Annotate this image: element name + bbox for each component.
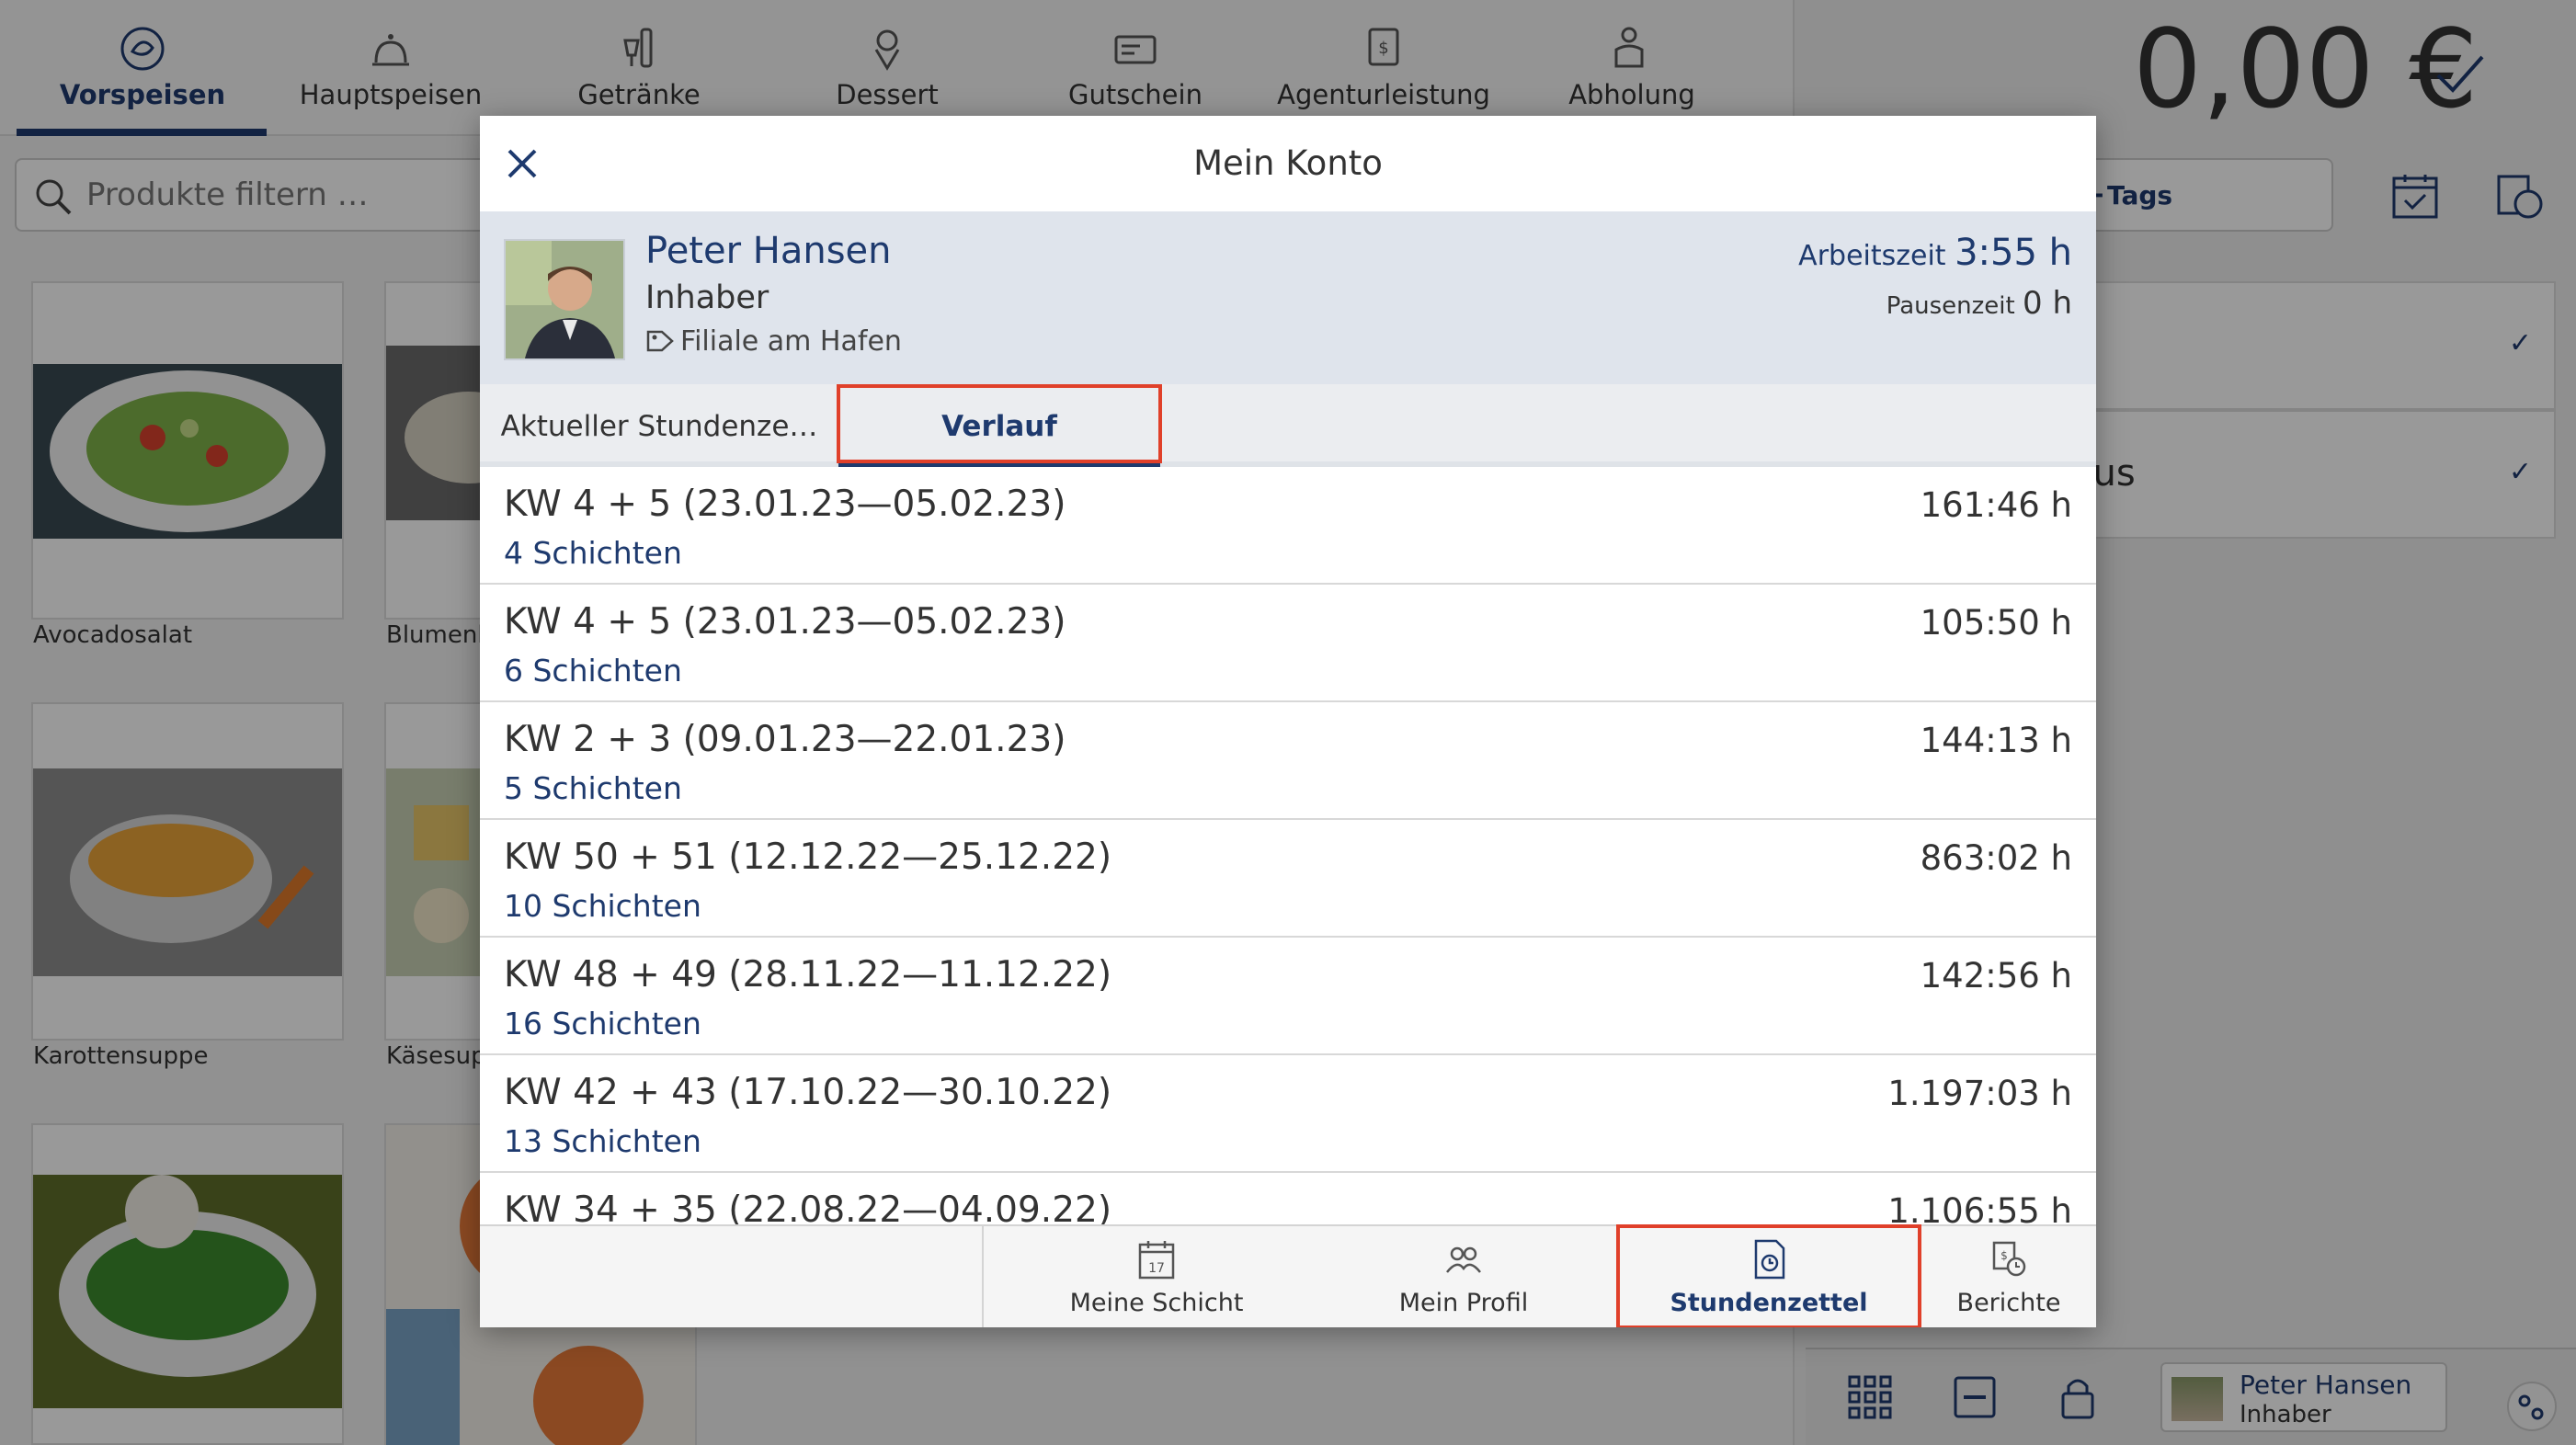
period-title: KW 4 + 5 (23.01.23—05.02.23) (504, 484, 1066, 525)
profile-branch: Filiale am Hafen (645, 325, 902, 358)
shift-count: 5 Schichten (504, 770, 682, 806)
reports-icon: $ (1992, 1241, 2026, 1277)
period-hours: 144:13 h (1920, 721, 2072, 760)
period-hours: 142:56 h (1920, 956, 2072, 996)
timesheet-tabs: Aktueller Stundenze… Verlauf (480, 384, 2096, 467)
shift-count: 6 Schichten (504, 653, 682, 688)
period-hours: 105:50 h (1920, 603, 2072, 643)
footer-label: Berichte (1956, 1289, 2061, 1317)
list-item[interactable]: KW 50 + 51 (12.12.22—25.12.22) 10 Schich… (480, 820, 2096, 938)
profile-summary: Peter Hansen Inhaber Filiale am Hafen Ar… (480, 211, 2096, 384)
pause-time-value: 0 h (2023, 285, 2072, 322)
tab-current-timesheet[interactable]: Aktueller Stundenze… (480, 384, 838, 467)
modal-header: Mein Konto (480, 116, 2096, 211)
footer-mein-profil[interactable]: Mein Profil (1311, 1226, 1616, 1327)
period-title: KW 2 + 3 (09.01.23—22.01.23) (504, 719, 1066, 760)
highlight-box (837, 384, 1162, 463)
footer-label: Mein Profil (1398, 1289, 1529, 1317)
profile-branch-label: Filiale am Hafen (680, 325, 902, 358)
shift-count: 10 Schichten (504, 888, 701, 924)
footer-spacer (1004, 1226, 1309, 1327)
pause-time: Pausenzeit 0 h (1886, 285, 2072, 322)
shift-count: 4 Schichten (504, 535, 682, 571)
work-time: Arbeitszeit 3:55 h (1798, 232, 2072, 274)
list-item[interactable]: KW 4 + 5 (23.01.23—05.02.23) 6 Schichten… (480, 585, 2096, 702)
work-time-label: Arbeitszeit (1798, 240, 1946, 272)
pause-time-label: Pausenzeit (1886, 292, 2015, 320)
list-item[interactable]: KW 2 + 3 (09.01.23—22.01.23) 5 Schichten… (480, 702, 2096, 820)
highlight-box (1616, 1224, 1921, 1327)
tag-icon (646, 330, 674, 352)
period-title: KW 4 + 5 (23.01.23—05.02.23) (504, 601, 1066, 643)
work-time-value: 3:55 h (1955, 232, 2072, 274)
profile-role: Inhaber (645, 279, 769, 316)
list-item[interactable]: KW 4 + 5 (23.01.23—05.02.23) 4 Schichten… (480, 467, 2096, 585)
people-icon (1446, 1246, 1481, 1273)
period-hours: 1.197:03 h (1887, 1074, 2072, 1113)
period-title: KW 50 + 51 (12.12.22—25.12.22) (504, 836, 1112, 878)
period-title: KW 42 + 43 (17.10.22—30.10.22) (504, 1072, 1112, 1113)
svg-text:$: $ (2000, 1249, 2008, 1262)
divider (982, 1226, 984, 1327)
list-item[interactable]: KW 48 + 49 (28.11.22—11.12.22) 16 Schich… (480, 938, 2096, 1055)
account-modal: Mein Konto Peter Hansen Inhaber Filiale … (480, 116, 2096, 1327)
modal-footer-nav: 17 Meine Schicht Mein Profil Stundenzett… (480, 1224, 2096, 1327)
shift-count: 16 Schichten (504, 1006, 701, 1041)
period-title: KW 48 + 49 (28.11.22—11.12.22) (504, 954, 1112, 996)
avatar (504, 239, 625, 360)
period-hours: 161:46 h (1920, 485, 2072, 525)
profile-name: Peter Hansen (645, 230, 892, 272)
profile-photo (506, 241, 623, 358)
footer-berichte[interactable]: $ Berichte (1921, 1226, 2096, 1327)
modal-title: Mein Konto (1193, 143, 1383, 183)
shift-count: 13 Schichten (504, 1123, 701, 1159)
period-hours: 863:02 h (1920, 838, 2072, 878)
list-item[interactable]: KW 42 + 43 (17.10.22—30.10.22) 13 Schich… (480, 1055, 2096, 1173)
history-list[interactable]: KW 4 + 5 (23.01.23—05.02.23) 4 Schichten… (480, 467, 2096, 1234)
